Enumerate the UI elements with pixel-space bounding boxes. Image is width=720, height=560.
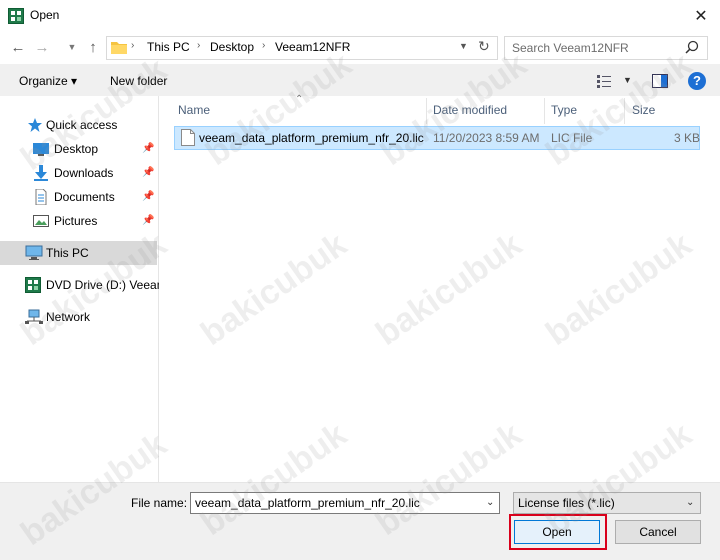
star-icon bbox=[27, 117, 43, 133]
new-folder-button[interactable]: New folder bbox=[110, 74, 167, 88]
pin-icon: 📌 bbox=[142, 143, 155, 154]
search-icon[interactable] bbox=[685, 40, 699, 54]
file-type-dropdown-icon[interactable]: ⌄ bbox=[686, 497, 694, 508]
preview-pane-icon[interactable] bbox=[652, 74, 668, 88]
dvd-icon bbox=[25, 277, 41, 293]
column-divider bbox=[624, 98, 625, 124]
file-name-cell: veeam_data_platform_premium_nfr_20.lic bbox=[199, 131, 424, 145]
file-size-cell: 3 KB bbox=[674, 131, 701, 145]
file-name-value: veeam_data_platform_premium_nfr_20.lic bbox=[195, 496, 420, 510]
column-divider bbox=[544, 98, 545, 124]
app-icon bbox=[8, 8, 24, 24]
file-type-value: License files (*.lic) bbox=[518, 496, 615, 510]
back-icon[interactable]: ← bbox=[8, 37, 28, 57]
search-placeholder: Search Veeam12NFR bbox=[512, 41, 629, 55]
help-icon[interactable]: ? bbox=[688, 72, 706, 90]
pin-icon: 📌 bbox=[142, 167, 155, 178]
title-bar bbox=[0, 0, 720, 32]
column-header-type[interactable]: Type bbox=[551, 103, 577, 117]
pin-icon: 📌 bbox=[142, 215, 155, 226]
file-type-select[interactable]: License files (*.lic) bbox=[513, 492, 701, 514]
address-dropdown-icon[interactable]: ▼ bbox=[459, 41, 468, 51]
download-icon bbox=[33, 165, 49, 181]
open-button[interactable]: Open bbox=[514, 520, 600, 544]
column-divider bbox=[426, 98, 427, 124]
organize-button[interactable]: Organize ▾ bbox=[19, 74, 77, 88]
breadcrumb-separator: › bbox=[131, 40, 135, 51]
breadcrumb-this-pc[interactable]: This PC bbox=[147, 40, 190, 54]
sort-ascending-icon: ⌃ bbox=[295, 94, 304, 105]
breadcrumb-desktop[interactable]: Desktop bbox=[210, 40, 254, 54]
up-icon[interactable]: ↑ bbox=[83, 37, 103, 57]
desktop-icon bbox=[33, 141, 49, 157]
breadcrumb-veeam12nfr[interactable]: Veeam12NFR bbox=[275, 40, 350, 54]
sidebar-item-this-pc[interactable]: This PC bbox=[46, 242, 89, 264]
view-dropdown-icon[interactable]: ▼ bbox=[623, 75, 632, 85]
network-icon bbox=[25, 309, 43, 325]
file-name-label: File name: bbox=[131, 496, 188, 510]
file-type-cell: LIC File bbox=[551, 131, 593, 145]
column-header-date-modified[interactable]: Date modified bbox=[433, 103, 507, 117]
pc-icon bbox=[25, 245, 43, 261]
refresh-icon[interactable]: ↻ bbox=[478, 38, 490, 55]
column-header-name[interactable]: Name bbox=[178, 103, 210, 117]
folder-icon bbox=[111, 40, 127, 54]
file-list bbox=[159, 96, 720, 482]
sidebar-item-downloads[interactable]: Downloads bbox=[54, 162, 113, 184]
file-date-cell: 11/20/2023 8:59 AM bbox=[433, 131, 540, 145]
column-header-size[interactable]: Size bbox=[632, 103, 655, 117]
sidebar-item-network[interactable]: Network bbox=[46, 306, 90, 328]
sidebar-item-desktop[interactable]: Desktop bbox=[54, 138, 98, 160]
sidebar-item-quick-access[interactable]: Quick access bbox=[46, 114, 117, 136]
file-icon bbox=[181, 129, 195, 146]
close-icon[interactable]: ✕ bbox=[688, 4, 714, 28]
breadcrumb-separator: › bbox=[262, 40, 266, 51]
pictures-icon bbox=[33, 213, 49, 229]
pin-icon: 📌 bbox=[142, 191, 155, 202]
dropdown-icon[interactable]: ▼ bbox=[62, 37, 82, 57]
file-name-dropdown-icon[interactable]: ⌄ bbox=[486, 497, 494, 508]
window-title: Open bbox=[30, 8, 60, 22]
breadcrumb-separator: › bbox=[197, 40, 201, 51]
sidebar-item-dvd-drive[interactable]: DVD Drive (D:) Veeam bbox=[46, 274, 167, 296]
sidebar-item-documents[interactable]: Documents bbox=[54, 186, 115, 208]
forward-icon[interactable]: → bbox=[32, 37, 52, 57]
document-icon bbox=[33, 188, 49, 206]
cancel-button[interactable]: Cancel bbox=[615, 520, 701, 544]
view-icon[interactable] bbox=[597, 74, 615, 88]
file-name-input[interactable]: veeam_data_platform_premium_nfr_20.lic bbox=[190, 492, 500, 514]
sidebar-item-pictures[interactable]: Pictures bbox=[54, 210, 97, 232]
